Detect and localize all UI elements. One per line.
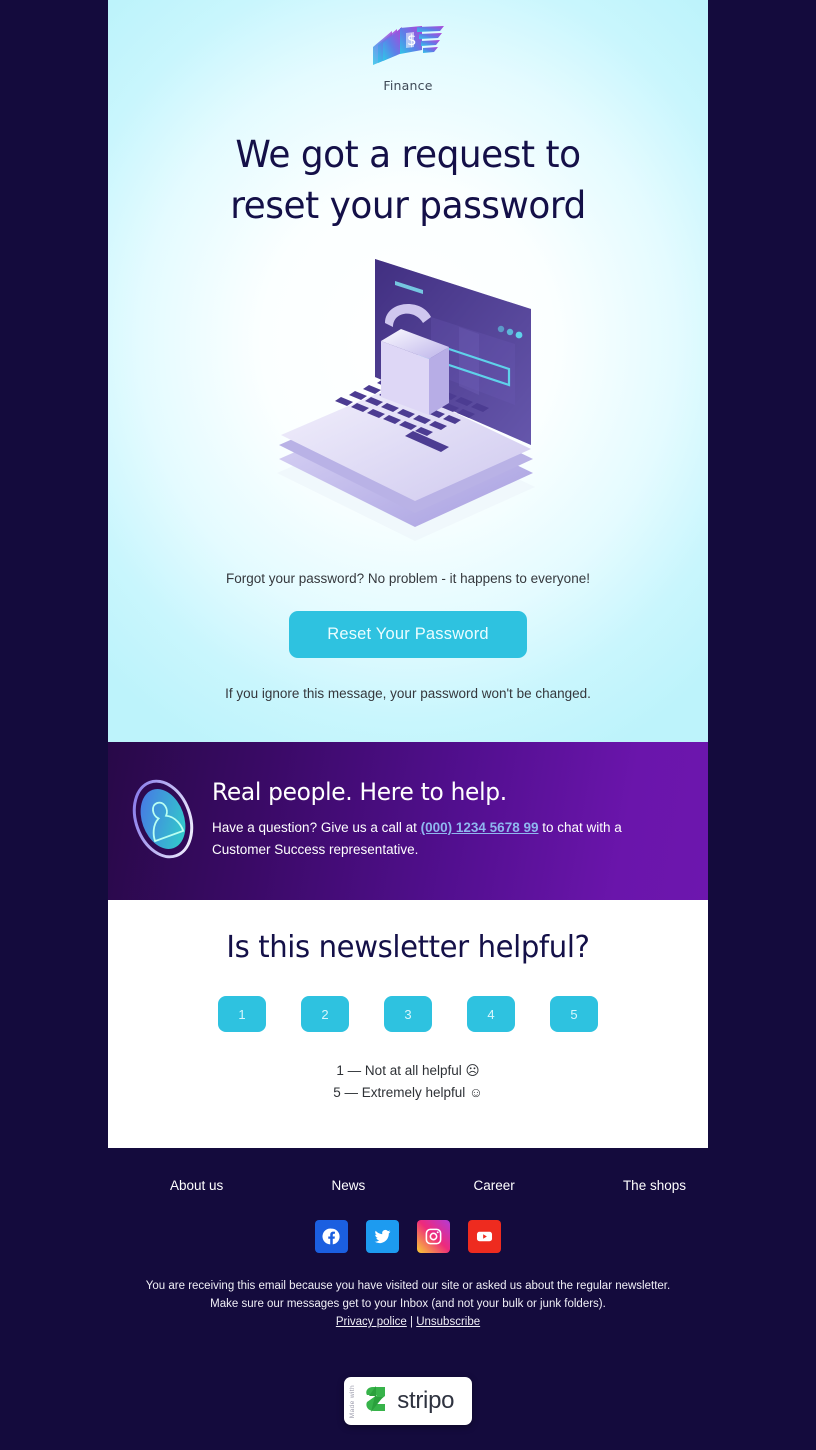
svg-text:$: $ [407,31,417,49]
instagram-icon[interactable] [417,1220,450,1253]
youtube-icon[interactable] [468,1220,501,1253]
footer-link-career[interactable]: Career [473,1178,514,1193]
laptop-padlock-icon [277,259,535,542]
stripo-wordmark: stripo [397,1387,455,1415]
rating-options: 1 2 3 4 5 [108,996,708,1032]
stripo-badge[interactable]: Made with stripo [343,1377,473,1426]
hero-intro-text: Forgot your password? No problem - it ha… [226,571,590,587]
rating-legend-low: 1 — Not at all helpful ☹ [336,1063,480,1078]
help-body-before: Have a question? Give us a call at [212,820,421,836]
privacy-policy-link[interactable]: Privacy police [336,1316,407,1328]
email-preview: $ Finance We got a request to reset your… [0,0,816,1450]
legal-line-1: You are receiving this email because you… [145,1280,671,1292]
facebook-icon[interactable] [315,1220,348,1253]
stripo-logo-icon [363,1384,390,1419]
brand-logo-label: Finance [383,78,433,93]
legal-links: Privacy police | Unsubscribe [0,1313,816,1331]
rating-button-5[interactable]: 5 [550,996,598,1032]
hero-illustration [108,245,708,545]
legal-separator: | [406,1316,417,1329]
rating-legend: 1 — Not at all helpful ☹ 5 — Extremely h… [108,1060,708,1104]
help-body: Have a question? Give us a call at (000)… [212,817,682,860]
person-ellipse-icon [126,774,208,869]
reset-password-button[interactable]: Reset Your Password [289,611,527,658]
footer-link-about-us[interactable]: About us [170,1178,223,1193]
rating-legend-high: 5 — Extremely helpful ☺ [333,1084,483,1100]
help-section: Real people. Here to help. Have a questi… [108,742,708,900]
rating-button-1[interactable]: 1 [218,996,266,1032]
footer-link-the-shops[interactable]: The shops [623,1178,686,1193]
rating-title: Is this newsletter helpful? [226,930,590,965]
page-title-line1: We got a request to [235,133,581,176]
legal-line-2: Make sure our messages get to your Inbox… [210,1298,606,1311]
rating-section: Is this newsletter helpful? 1 2 3 4 5 1 … [108,900,708,1148]
unsubscribe-link[interactable]: Unsubscribe [416,1316,480,1328]
stripo-made-with-label: Made with [348,1384,356,1419]
social-links [0,1220,816,1253]
twitter-icon[interactable] [366,1220,399,1253]
stripo-badge-container: Made with stripo [0,1377,816,1426]
help-content: Real people. Here to help. Have a questi… [208,778,682,864]
brand-logo[interactable]: $ Finance [108,14,708,93]
rating-button-4[interactable]: 4 [467,996,515,1032]
footer-link-news[interactable]: News [332,1178,366,1193]
page-title: We got a request to reset your password [117,129,699,231]
page-title-line2: reset your password [230,184,586,228]
hero-footnote: If you ignore this message, your passwor… [225,685,591,701]
cta-container: Reset Your Password [108,611,708,658]
hero-section: $ Finance We got a request to reset your… [108,0,708,742]
money-stack-icon: $ [370,24,446,75]
footer: About us News Career The shops You are r… [0,1148,816,1426]
email-card: $ Finance We got a request to reset your… [108,0,708,1148]
footer-nav: About us News Career The shops [0,1148,816,1193]
phone-link[interactable]: (000) 1234 5678 99 [421,820,539,835]
legal-text: You are receiving this email because you… [0,1277,816,1331]
rating-button-2[interactable]: 2 [301,996,349,1032]
help-title: Real people. Here to help. [212,778,507,807]
rating-button-3[interactable]: 3 [384,996,432,1032]
